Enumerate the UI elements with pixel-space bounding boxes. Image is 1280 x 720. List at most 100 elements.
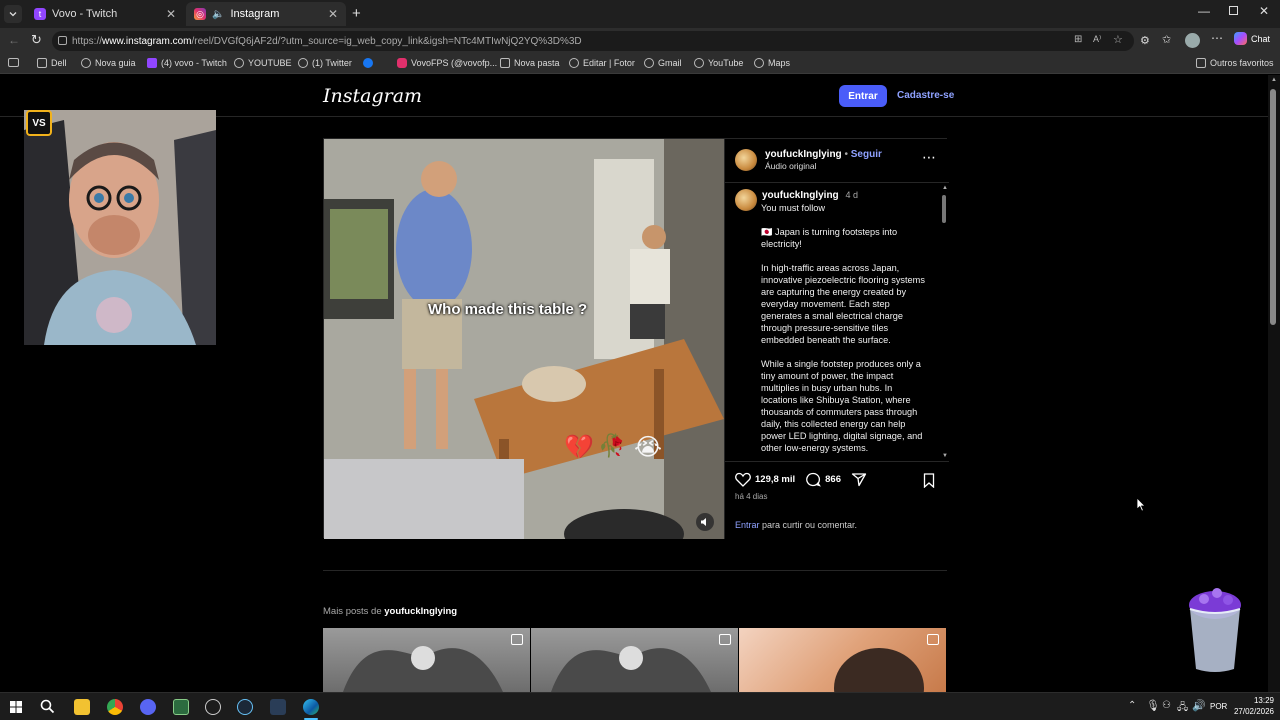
login-prompt-text: para curtir ou comentar. [759,520,858,530]
audio-label[interactable]: Áudio original [765,161,817,171]
language-indicator[interactable]: POR [1210,702,1227,711]
instagram-icon: ◎ [194,8,206,20]
clock[interactable]: 13:29 27/02/2026 [1232,695,1274,717]
signup-link[interactable]: Cadastre-se [897,90,954,101]
login-prompt-link[interactable]: Entrar [735,520,760,530]
read-aloud-icon[interactable]: A⁾ [1093,34,1101,45]
heart-icon[interactable] [735,472,751,487]
close-tab-icon[interactable]: ✕ [328,7,338,21]
xbox-app-icon[interactable] [173,699,189,715]
show-hidden-icons-icon[interactable]: ⌃ [1128,700,1136,711]
thumbnail-image [343,646,503,692]
mute-toggle-button[interactable] [696,513,714,531]
tray-app-icon[interactable]: ⚇ [1162,700,1171,711]
tab-twitch[interactable]: t Vovo - Twitch ✕ [26,2,184,26]
refresh-button[interactable]: ↻ [31,32,42,48]
bookmark-fotor[interactable]: Editar | Fotor [569,58,635,68]
network-icon[interactable]: 🖧 [1177,700,1188,717]
scroll-up-icon[interactable]: ▲ [1271,77,1277,83]
bookmark-maps[interactable]: Maps [754,58,790,68]
caption-scrollbar[interactable]: ▲ ▼ [941,185,948,461]
reel-icon [719,634,731,645]
app-icon[interactable] [270,699,286,715]
volume-icon[interactable]: 🔊 [1192,699,1206,712]
scroll-thumb[interactable] [942,195,946,223]
scroll-down-icon[interactable]: ▼ [942,453,948,459]
follow-link[interactable]: Seguir [851,149,882,160]
thumbnail-post[interactable] [323,628,530,692]
tab-actions-icon[interactable] [8,58,19,67]
caption-line: In high-traffic areas across Japan, inno… [761,263,925,345]
bookmark-nova-guia[interactable]: Nova guia [81,58,136,68]
folder-icon [1196,58,1206,68]
favorites-icon[interactable]: ✩ [1162,33,1171,46]
url-field[interactable]: https://www.instagram.com/reel/DVGfQ6jAF… [52,31,1134,51]
page-scrollbar[interactable]: ▲ [1268,75,1280,692]
bookmark-twitch[interactable]: (4) vovo - Twitch [147,58,227,68]
bookmark-facebook[interactable] [363,58,377,68]
author-avatar[interactable] [735,149,757,171]
search-icon[interactable] [40,699,55,714]
address-bar-row: ← ↻ https://www.instagram.com/reel/DVGfQ… [0,28,1280,54]
file-explorer-icon[interactable] [74,699,90,715]
microphone-icon[interactable]: 🎙 [1146,699,1160,712]
bookmark-gmail[interactable]: Gmail [644,58,682,68]
dot-separator: • [844,149,848,160]
copilot-chat-button[interactable]: Chat [1234,32,1270,45]
favorite-star-icon[interactable]: ☆ [1113,33,1123,46]
caption-avatar[interactable] [735,189,757,211]
url-prefix: https:// [72,35,103,47]
bookmark-instagram[interactable]: VovoFPS (@vovofp... [397,58,497,68]
more-menu-icon[interactable]: ⋯ [1211,31,1223,45]
thumbnail-post[interactable] [531,628,738,692]
windows-start-icon[interactable] [10,701,22,713]
login-prompt: Entrar para curtir ou comentar. [735,520,857,530]
more-posts-user[interactable]: youfuckInglying [384,606,457,617]
site-info-icon[interactable] [58,36,67,45]
close-window-button[interactable]: ✕ [1259,4,1269,18]
extensions-icon[interactable]: ⚙ [1140,34,1150,47]
instagram-logo[interactable]: Instagram [323,85,422,107]
folder-icon [37,58,47,68]
minimize-button[interactable]: — [1198,4,1210,18]
speaker-icon[interactable]: 🔈 [212,9,224,20]
scroll-up-icon[interactable]: ▲ [942,185,948,191]
chat-label: Chat [1251,33,1271,44]
bookmark-youtube-upper[interactable]: YOUTUBE [234,58,292,68]
caption-age: 4 d [845,190,858,200]
close-tab-icon[interactable]: ✕ [166,7,176,21]
caption-username[interactable]: youfuckInglying [762,190,839,201]
facebook-icon [363,58,373,68]
chrome-icon[interactable] [107,699,123,715]
profile-avatar[interactable] [1185,33,1200,48]
bookmark-nova-pasta[interactable]: Nova pasta [500,58,560,68]
restore-button[interactable] [1229,6,1238,15]
other-favorites[interactable]: Outros favoritos [1196,58,1274,68]
back-button[interactable]: ← [8,33,20,47]
page-scroll-thumb[interactable] [1270,89,1276,325]
steam-icon[interactable] [237,699,253,715]
discord-icon[interactable] [140,699,156,715]
tab-instagram[interactable]: ◎ 🔈 Instagram ✕ [186,2,346,26]
bookmark-dell[interactable]: Dell [37,58,67,68]
comment-icon[interactable] [805,472,822,487]
more-options-icon[interactable]: ⋯ [922,149,936,166]
browser-tab-bar: t Vovo - Twitch ✕ ◎ 🔈 Instagram ✕ + — ✕ [0,0,1280,28]
bookmark-icon[interactable] [923,473,935,488]
edge-icon[interactable] [303,699,319,715]
new-tab-button[interactable]: + [352,5,361,22]
login-button[interactable]: Entrar [839,85,887,107]
tab-list-button[interactable] [4,5,22,23]
app-icon[interactable] [205,699,221,715]
reel-video[interactable]: Who made this table ? 💔 🥀 😭 [324,139,724,539]
clock-time: 13:29 [1253,696,1274,705]
bookmark-twitter[interactable]: (1) Twitter [298,58,352,68]
caption-line: You must follow [761,203,826,213]
app-available-icon[interactable]: ⊞ [1074,34,1082,45]
thumbnail-post[interactable] [739,628,946,692]
share-icon[interactable] [851,472,867,487]
bookmark-youtube[interactable]: YouTube [694,58,743,68]
rose-emoji: 🥀 [598,433,626,458]
author-username[interactable]: youfuckInglying [765,149,842,160]
reel-icon [511,634,523,645]
